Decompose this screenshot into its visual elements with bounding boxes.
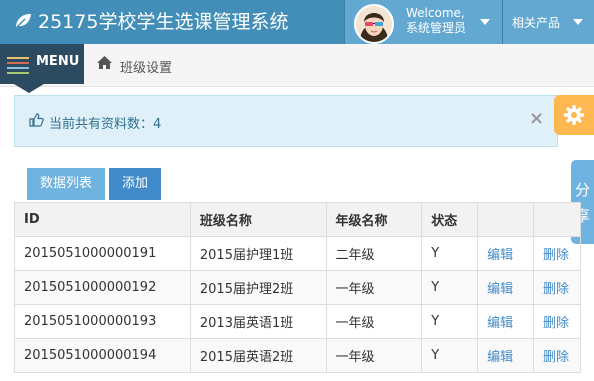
delete-link[interactable]: 删除 bbox=[543, 282, 569, 297]
tab-data-list[interactable]: 数据列表 bbox=[27, 168, 105, 200]
gear-icon bbox=[563, 104, 585, 130]
menu-toggle-button[interactable]: MENU bbox=[0, 44, 84, 84]
column-header-id: ID bbox=[14, 202, 191, 237]
cell-id: 2015051000000194 bbox=[14, 338, 191, 373]
breadcrumb-bar: MENU 班级设置 bbox=[0, 44, 594, 93]
cell-id: 2015051000000193 bbox=[14, 304, 191, 339]
table-row: 2015051000000191 2015届护理1班 二年级 Y 编辑 删除 bbox=[14, 236, 581, 271]
column-header-grade: 年级名称 bbox=[325, 202, 423, 237]
table-row: 2015051000000194 2015届英语2班 一年级 Y 编辑 删除 bbox=[14, 338, 581, 373]
app-title: 25175学校学生选课管理系统 bbox=[38, 11, 289, 33]
welcome-label: Welcome, bbox=[406, 6, 465, 20]
cell-status: Y bbox=[421, 304, 479, 339]
cell-grade: 一年级 bbox=[325, 270, 423, 305]
hamburger-icon bbox=[7, 57, 29, 77]
table-row: 2015051000000192 2015届护理2班 一年级 Y 编辑 删除 bbox=[14, 270, 581, 305]
cell-class: 2015届护理2班 bbox=[189, 270, 327, 305]
cell-edit: 编辑 bbox=[477, 338, 535, 373]
cell-id: 2015051000000192 bbox=[14, 270, 191, 305]
user-menu[interactable]: Welcome, 系统管理员 bbox=[344, 0, 503, 44]
cell-class: 2015届英语2班 bbox=[189, 338, 327, 373]
table-header-row: ID 班级名称 年级名称 状态 bbox=[14, 202, 581, 237]
top-navbar: 25175学校学生选课管理系统 Welcome, 系统管理员 相关产品 bbox=[0, 0, 594, 44]
edit-link[interactable]: 编辑 bbox=[487, 316, 513, 331]
class-table: ID 班级名称 年级名称 状态 2015051000000191 2015届护理… bbox=[14, 202, 581, 373]
share-char-1: 分 bbox=[574, 181, 590, 199]
cell-id: 2015051000000191 bbox=[14, 236, 191, 271]
settings-button[interactable] bbox=[554, 95, 594, 135]
cell-edit: 编辑 bbox=[477, 270, 535, 305]
cell-status: Y bbox=[421, 236, 479, 271]
related-products-label: 相关产品 bbox=[512, 16, 561, 30]
cell-delete: 删除 bbox=[533, 236, 581, 271]
brand[interactable]: 25175学校学生选课管理系统 bbox=[14, 0, 288, 44]
record-count-text: 当前共有资料数：4 bbox=[49, 117, 162, 132]
cell-edit: 编辑 bbox=[477, 304, 535, 339]
add-button[interactable]: 添加 bbox=[109, 168, 161, 200]
user-name: 系统管理员 bbox=[406, 21, 467, 35]
cell-delete: 删除 bbox=[533, 338, 581, 373]
cell-class: 2013届英语1班 bbox=[189, 304, 327, 339]
cell-delete: 删除 bbox=[533, 270, 581, 305]
chevron-down-icon bbox=[480, 19, 490, 25]
breadcrumb-current: 班级设置 bbox=[120, 61, 173, 76]
column-header-status: 状态 bbox=[421, 202, 479, 237]
cell-edit: 编辑 bbox=[477, 236, 535, 271]
cell-status: Y bbox=[421, 338, 479, 373]
info-alert: 当前共有资料数：4 × bbox=[14, 95, 558, 147]
menu-label: MENU bbox=[36, 54, 80, 69]
related-products-menu[interactable]: 相关产品 bbox=[502, 0, 594, 44]
cell-status: Y bbox=[421, 270, 479, 305]
delete-link[interactable]: 删除 bbox=[543, 350, 569, 365]
cell-grade: 一年级 bbox=[325, 338, 423, 373]
thumbs-up-icon bbox=[29, 113, 44, 131]
chevron-down-icon bbox=[573, 19, 583, 25]
delete-link[interactable]: 删除 bbox=[543, 316, 569, 331]
delete-link[interactable]: 删除 bbox=[543, 248, 569, 263]
table-row: 2015051000000193 2013届英语1班 一年级 Y 编辑 删除 bbox=[14, 304, 581, 339]
cell-grade: 一年级 bbox=[325, 304, 423, 339]
column-header-class: 班级名称 bbox=[189, 202, 327, 237]
welcome-text: Welcome, 系统管理员 bbox=[406, 6, 466, 36]
leaf-icon bbox=[14, 1, 32, 45]
cell-grade: 二年级 bbox=[325, 236, 423, 271]
column-header-delete bbox=[533, 202, 581, 237]
cell-class: 2015届护理1班 bbox=[189, 236, 327, 271]
close-icon[interactable]: × bbox=[529, 108, 544, 129]
column-header-edit bbox=[477, 202, 535, 237]
avatar bbox=[354, 4, 394, 44]
cell-delete: 删除 bbox=[533, 304, 581, 339]
home-icon[interactable] bbox=[96, 55, 113, 74]
edit-link[interactable]: 编辑 bbox=[487, 282, 513, 297]
menu-pointer bbox=[14, 84, 44, 93]
edit-link[interactable]: 编辑 bbox=[487, 350, 513, 365]
edit-link[interactable]: 编辑 bbox=[487, 248, 513, 263]
